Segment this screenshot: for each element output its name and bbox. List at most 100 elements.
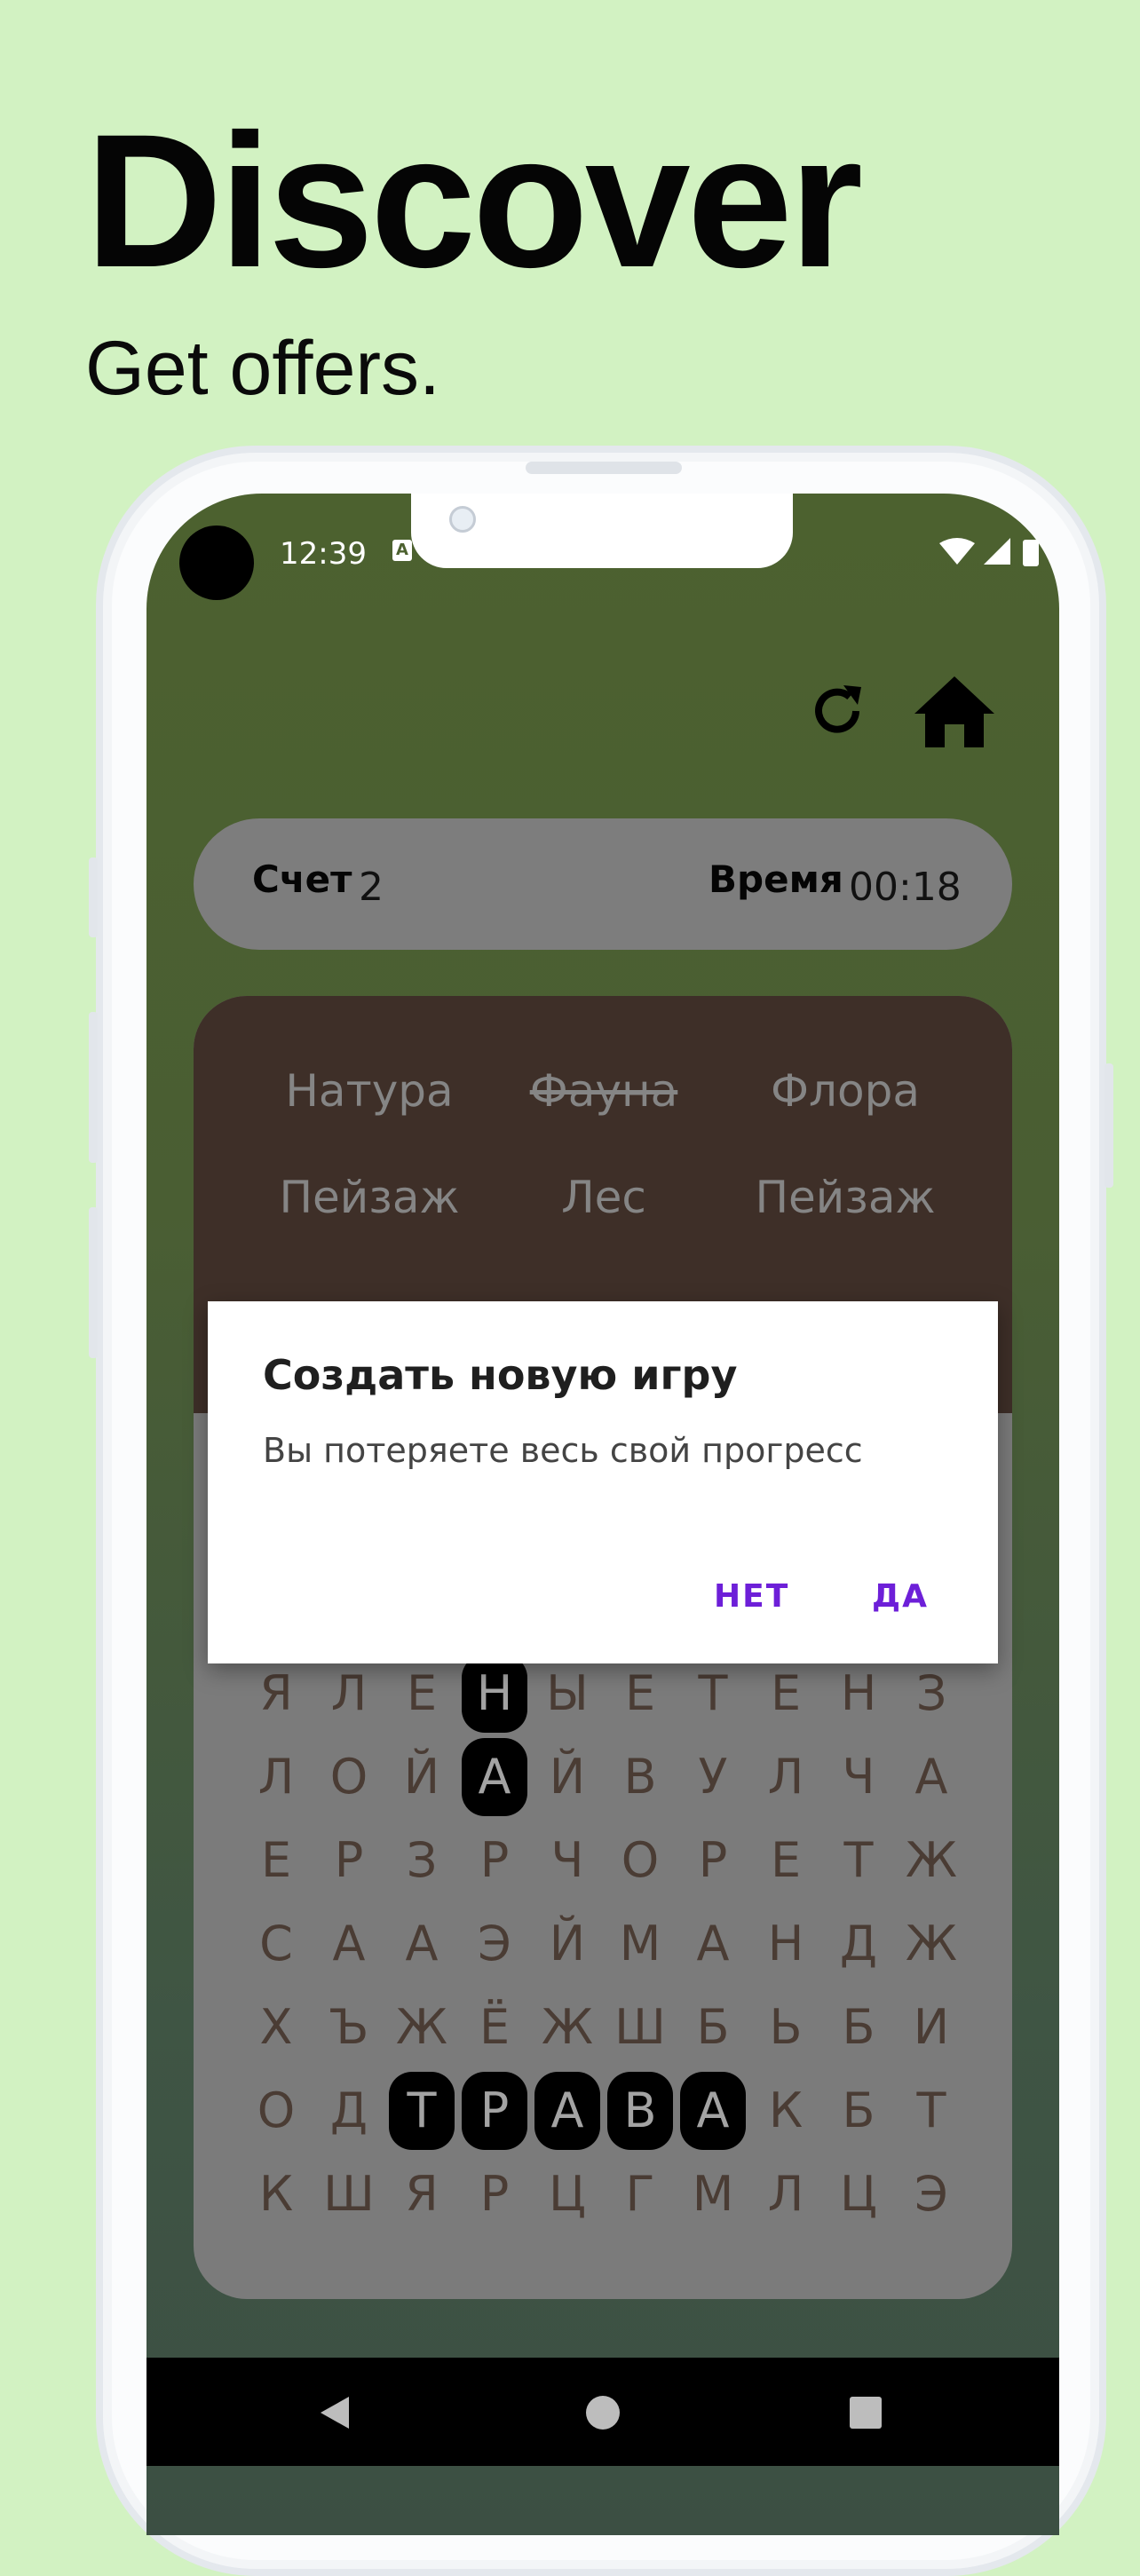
grid-cell[interactable]: Р — [680, 1821, 746, 1900]
home-circle-icon[interactable] — [585, 2395, 621, 2430]
signal-icon — [984, 538, 1010, 565]
grid-cell[interactable]: С — [243, 1905, 309, 1983]
grid-cell[interactable]: Й — [534, 1738, 600, 1816]
navigation-bar — [146, 2358, 1059, 2466]
grid-cell[interactable]: Б — [826, 1988, 891, 2066]
grid-cell[interactable]: Е — [607, 1655, 673, 1733]
grid-cell[interactable]: З — [389, 1821, 455, 1900]
grid-cell[interactable]: И — [899, 1988, 964, 2066]
promo-subline: Get offers. — [85, 326, 440, 411]
refresh-button[interactable] — [806, 680, 868, 742]
grid-cell[interactable]: Р — [316, 1821, 382, 1900]
grid-cell[interactable]: Ж — [389, 1988, 455, 2066]
phone-side-button — [1104, 1063, 1113, 1188]
grid-cell-selected[interactable]: В — [607, 2072, 673, 2150]
phone-side-button — [89, 857, 98, 937]
word-item: Пейзаж — [755, 1172, 936, 1223]
grid-cell[interactable]: Т — [826, 1821, 891, 1900]
grid-cell[interactable]: Н — [826, 1655, 891, 1733]
grid-cell[interactable]: Ц — [826, 2155, 891, 2233]
grid-cell[interactable]: Ж — [899, 1821, 964, 1900]
recents-icon[interactable] — [848, 2395, 883, 2430]
grid-cell[interactable]: Б — [826, 2072, 891, 2150]
grid-cell[interactable]: Д — [826, 1905, 891, 1983]
grid-cell[interactable]: Ц — [534, 2155, 600, 2233]
grid-cell[interactable]: О — [243, 2072, 309, 2150]
grid-cell-selected[interactable]: А — [462, 1738, 527, 1816]
grid-cell[interactable]: Я — [389, 2155, 455, 2233]
grid-cell-selected[interactable]: А — [534, 2072, 600, 2150]
grid-cell[interactable]: Ш — [316, 2155, 382, 2233]
grid-cell[interactable]: Ъ — [316, 1988, 382, 2066]
grid-cell[interactable]: Я — [243, 1655, 309, 1733]
status-time: 12:39 — [280, 536, 367, 572]
notification-icon: A — [392, 540, 412, 561]
promo-headline: Discover — [85, 95, 863, 307]
word-item: Флора — [771, 1065, 920, 1117]
grid-cell[interactable]: Ч — [534, 1821, 600, 1900]
grid-cell[interactable]: Е — [753, 1821, 819, 1900]
grid-cell[interactable]: Ш — [607, 1988, 673, 2066]
word-item: Фауна — [529, 1065, 678, 1117]
grid-cell[interactable]: Ё — [462, 1988, 527, 2066]
grid-cell[interactable]: Ч — [826, 1738, 891, 1816]
grid-cell[interactable]: Л — [243, 1738, 309, 1816]
grid-cell[interactable]: Ь — [753, 1988, 819, 2066]
score-label: Счет — [252, 857, 352, 901]
grid-cell[interactable]: Е — [753, 1655, 819, 1733]
dialog-no-button[interactable]: НЕТ — [714, 1578, 789, 1615]
grid-cell[interactable]: О — [316, 1738, 382, 1816]
grid-cell[interactable]: З — [899, 1655, 964, 1733]
grid-cell-selected[interactable]: Н — [462, 1655, 527, 1733]
grid-cell[interactable]: Г — [607, 2155, 673, 2233]
grid-cell[interactable]: Ы — [534, 1655, 600, 1733]
grid-cell[interactable]: В — [607, 1738, 673, 1816]
grid-cell[interactable]: М — [680, 2155, 746, 2233]
grid-cell[interactable]: У — [680, 1738, 746, 1816]
grid-cell-selected[interactable]: Р — [462, 2072, 527, 2150]
timer-value: 00:18 — [849, 865, 962, 910]
phone-side-button — [89, 1207, 98, 1358]
grid-cell[interactable]: О — [607, 1821, 673, 1900]
grid-cell[interactable]: Х — [243, 1988, 309, 2066]
new-game-dialog: Создать новую игру Вы потеряете весь сво… — [208, 1301, 998, 1663]
grid-cell[interactable]: Ж — [534, 1988, 600, 2066]
grid-cell[interactable]: К — [753, 2072, 819, 2150]
grid-cell[interactable]: Е — [243, 1821, 309, 1900]
dialog-yes-button[interactable]: ДА — [872, 1578, 929, 1615]
word-item: Лес — [561, 1172, 646, 1223]
status-icons — [939, 538, 1039, 566]
grid-cell[interactable]: Й — [389, 1738, 455, 1816]
grid-cell[interactable]: Ж — [899, 1905, 964, 1983]
grid-cell[interactable]: Й — [534, 1905, 600, 1983]
grid-cell[interactable]: Т — [680, 1655, 746, 1733]
grid-cell[interactable]: Н — [753, 1905, 819, 1983]
grid-cell[interactable]: А — [389, 1905, 455, 1983]
word-item: Пейзаж — [279, 1172, 460, 1223]
grid-cell[interactable]: Р — [462, 2155, 527, 2233]
grid-cell[interactable]: М — [607, 1905, 673, 1983]
battery-icon — [1023, 540, 1039, 566]
grid-cell[interactable]: А — [680, 1905, 746, 1983]
grid-cell[interactable]: Э — [899, 2155, 964, 2233]
grid-cell[interactable]: Б — [680, 1988, 746, 2066]
grid-cell[interactable]: Д — [316, 2072, 382, 2150]
grid-cell[interactable]: Э — [462, 1905, 527, 1983]
grid-cell[interactable]: Р — [462, 1821, 527, 1900]
back-icon[interactable] — [317, 2395, 352, 2430]
grid-cell-selected[interactable]: Т — [389, 2072, 455, 2150]
phone-side-button — [89, 1012, 98, 1163]
grid-cell-selected[interactable]: А — [680, 2072, 746, 2150]
timer-label: Время — [709, 857, 843, 901]
grid-cell[interactable]: Л — [753, 1738, 819, 1816]
word-item: Натура — [285, 1065, 454, 1117]
grid-cell[interactable]: Е — [389, 1655, 455, 1733]
grid-cell[interactable]: Т — [899, 2072, 964, 2150]
grid-cell[interactable]: Л — [316, 1655, 382, 1733]
grid-cell[interactable]: К — [243, 2155, 309, 2233]
home-icon — [914, 676, 994, 747]
grid-cell[interactable]: Л — [753, 2155, 819, 2233]
home-button[interactable] — [913, 675, 996, 749]
grid-cell[interactable]: А — [899, 1738, 964, 1816]
grid-cell[interactable]: А — [316, 1905, 382, 1983]
